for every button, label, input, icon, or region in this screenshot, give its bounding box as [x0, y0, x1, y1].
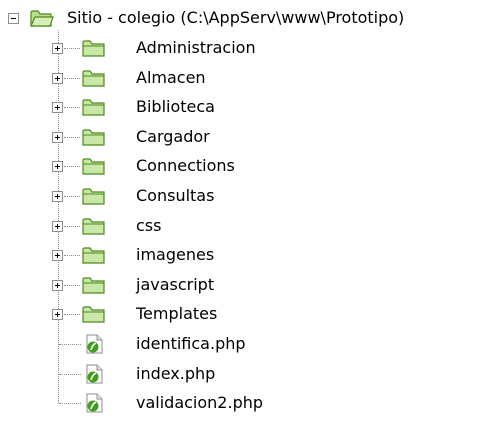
folder-row[interactable]: css: [0, 216, 503, 246]
file-label: validacion2.php: [136, 393, 264, 413]
folder-row[interactable]: Templates: [0, 304, 503, 334]
folder-row[interactable]: Cargador: [0, 127, 503, 157]
folder-icon: [82, 277, 105, 294]
expand-toggle[interactable]: [52, 131, 63, 143]
file-label: identifica.php: [136, 334, 246, 353]
folder-label: css: [136, 215, 162, 235]
folder-label: Cargador: [136, 126, 210, 146]
tree-connector: [64, 48, 80, 49]
folder-label: imagenes: [136, 245, 215, 265]
tree-connector: [64, 136, 80, 138]
file-row[interactable]: identifica.php: [0, 334, 503, 364]
folder-icon: [82, 247, 105, 264]
file-row[interactable]: validacion2.php: [0, 393, 503, 423]
expand-toggle[interactable]: [52, 220, 63, 232]
tree-connector: [64, 255, 80, 257]
folder-label: Consultas: [136, 186, 215, 205]
folder-icon: [82, 158, 105, 175]
tree-connector: [64, 196, 80, 197]
folder-icon: [82, 306, 105, 323]
tree-connector: [59, 373, 81, 375]
php-file-icon: [86, 334, 103, 354]
expand-toggle[interactable]: [52, 72, 63, 84]
folder-label: Biblioteca: [136, 97, 215, 117]
folder-row[interactable]: Biblioteca: [0, 97, 503, 127]
folder-row[interactable]: Connections: [0, 156, 503, 186]
folder-label: Administracion: [136, 38, 256, 57]
folder-label: javascript: [136, 274, 215, 294]
tree-connector: [59, 403, 81, 405]
expand-toggle[interactable]: [52, 161, 63, 173]
expand-toggle[interactable]: [52, 102, 63, 114]
expand-toggle[interactable]: [52, 43, 63, 54]
folder-icon: [82, 40, 105, 57]
tree-connector: [59, 344, 81, 345]
tree-connector: [64, 284, 80, 286]
collapse-toggle[interactable]: [8, 13, 19, 24]
tree-connector: [64, 77, 80, 79]
folder-row[interactable]: Administracion: [0, 38, 503, 68]
tree-connector: [64, 166, 80, 168]
php-file-icon: [86, 364, 103, 384]
tree-connector: [64, 225, 80, 227]
file-label: index.php: [136, 363, 216, 383]
tree-root-row[interactable]: Sitio - colegio (C:\AppServ\www\Prototip…: [0, 8, 503, 38]
folder-icon: [82, 129, 105, 146]
folder-icon: [82, 99, 105, 116]
tree-root-label: Sitio - colegio (C:\AppServ\www\Prototip…: [67, 8, 405, 27]
expand-toggle[interactable]: [52, 191, 63, 202]
site-file-tree: Sitio - colegio (C:\AppServ\www\Prototip…: [0, 0, 503, 421]
folder-label: Connections: [136, 156, 235, 176]
folder-row[interactable]: imagenes: [0, 245, 503, 275]
folder-row[interactable]: Consultas: [0, 186, 503, 216]
folder-row[interactable]: javascript: [0, 275, 503, 305]
folder-icon: [82, 69, 105, 87]
folder-icon: [82, 217, 105, 235]
tree-connector: [64, 314, 80, 316]
expand-toggle[interactable]: [52, 309, 63, 321]
tree-connector: [64, 107, 80, 109]
folder-label: Templates: [136, 304, 218, 324]
folder-label: Almacen: [136, 67, 206, 87]
open-folder-icon: [30, 10, 54, 27]
expand-toggle[interactable]: [52, 279, 63, 291]
folder-row[interactable]: Almacen: [0, 68, 503, 98]
file-row[interactable]: index.php: [0, 364, 503, 394]
php-file-icon: [86, 393, 103, 413]
expand-toggle[interactable]: [52, 250, 63, 262]
folder-icon: [82, 188, 105, 205]
